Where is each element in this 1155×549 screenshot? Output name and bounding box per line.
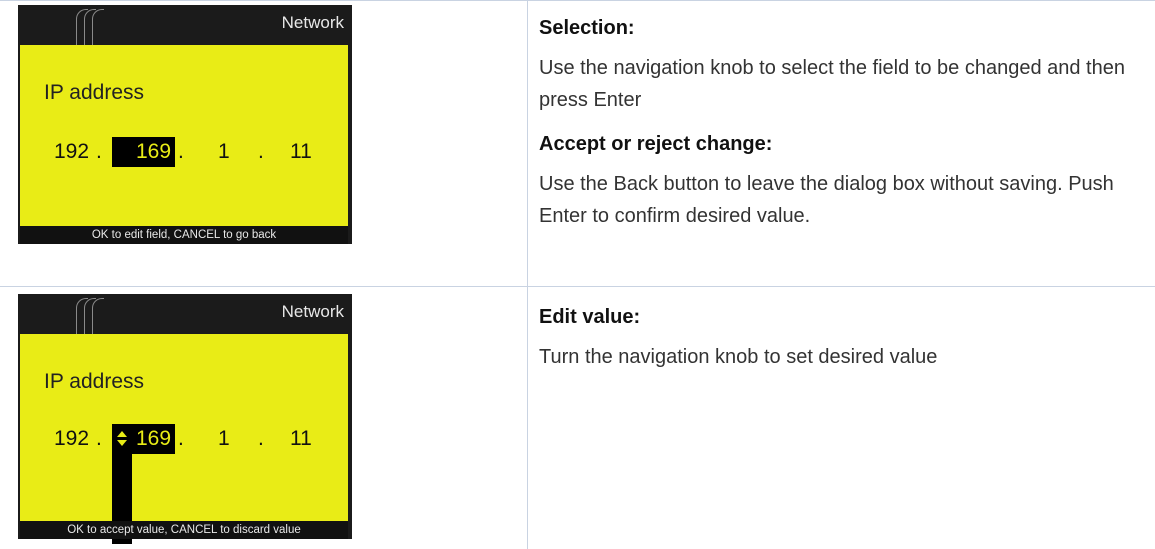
screen-body: IP address 192 . 169 . 1 . 11 <box>20 334 348 544</box>
field-label: IP address <box>44 81 145 104</box>
section-text: Use the Back button to leave the dialog … <box>539 173 1114 227</box>
screen-header-title: Network <box>281 302 344 321</box>
field-label: IP address <box>44 370 145 393</box>
ip-dot: . <box>96 427 102 450</box>
ip-octet-2-selected[interactable]: 169 <box>112 137 176 167</box>
section-text: Use the navigation knob to select the fi… <box>539 57 1125 111</box>
ip-octet-4[interactable]: 11 <box>290 424 312 454</box>
ip-octet-4[interactable]: 11 <box>290 137 312 167</box>
instructions-select: Selection: Use the navigation knob to se… <box>539 14 1139 232</box>
ip-dot: . <box>258 140 264 163</box>
ip-octet-1[interactable]: 192 <box>54 424 89 454</box>
ip-dot: . <box>178 427 184 450</box>
screen-footer-hint: OK to accept value, CANCEL to discard va… <box>20 521 348 539</box>
tab-arcs-icon <box>76 9 116 49</box>
row-divider <box>0 286 1155 287</box>
screen-footer-hint: OK to edit field, CANCEL to go back <box>20 226 348 244</box>
screen-header-title: Network <box>281 13 344 32</box>
device-screen-edit: Network IP address 192 . 169 . 1 . 11 OK… <box>18 294 352 544</box>
ip-dot: . <box>178 140 184 163</box>
section-heading: Accept or reject change: <box>539 133 773 155</box>
column-divider <box>527 0 528 549</box>
ip-octet-1[interactable]: 192 <box>54 137 89 167</box>
ip-octet-2-editing[interactable]: 169 <box>132 424 176 454</box>
table-top-border <box>0 0 1155 1</box>
ip-dot: . <box>96 140 102 163</box>
section-heading: Selection: <box>539 17 635 39</box>
instructions-edit: Edit value: Turn the navigation knob to … <box>539 303 1139 373</box>
ip-octet-3[interactable]: 1 <box>218 424 230 454</box>
tab-arcs-icon <box>76 298 116 338</box>
ip-octet-3[interactable]: 1 <box>218 137 230 167</box>
section-heading: Edit value: <box>539 306 641 328</box>
screen-body: IP address 192 . 169 . 1 . 11 <box>20 45 348 226</box>
ip-dot: . <box>258 427 264 450</box>
section-text: Turn the navigation knob to set desired … <box>539 346 938 368</box>
device-screen-select: Network IP address 192 . 169 . 1 . 11 OK… <box>18 5 352 244</box>
